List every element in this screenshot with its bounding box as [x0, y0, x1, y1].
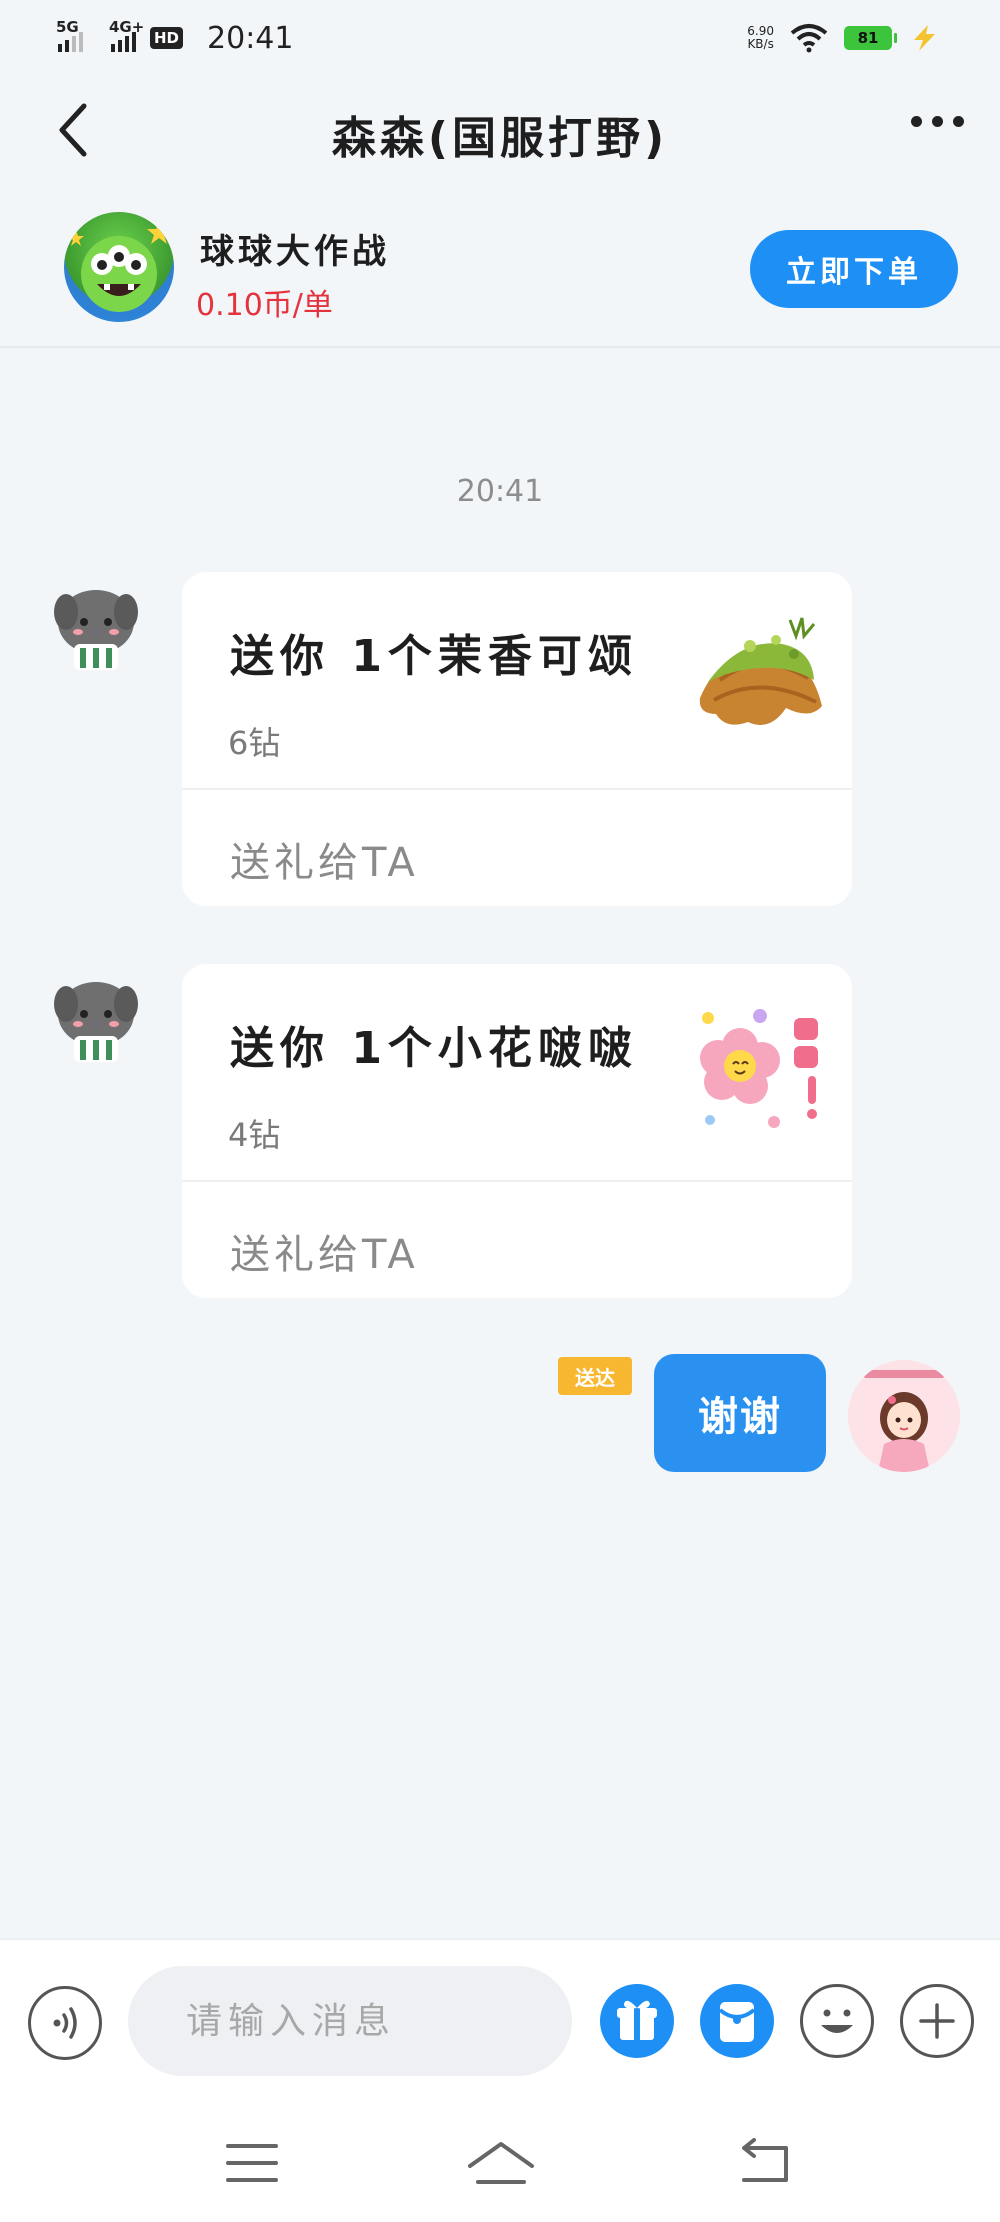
- menu-icon[interactable]: [224, 2138, 284, 2188]
- status-bar: 5G 4G+ HD 20:41 6.90 KB/s 81: [0, 0, 1000, 76]
- wifi-icon: [790, 24, 828, 53]
- message-timestamp: 20:41: [456, 474, 544, 509]
- more-dot-icon: [911, 116, 922, 127]
- game-service-banner: 球球大作战 0.10币/单 立即下单: [0, 184, 1000, 348]
- message-input[interactable]: [128, 1966, 572, 2076]
- contact-avatar[interactable]: [44, 572, 148, 676]
- more-options-button[interactable]: [911, 116, 964, 127]
- signal-5g-icon: 5G: [56, 18, 83, 52]
- hd-voice-icon: HD: [150, 27, 184, 49]
- gift-message-card: 送你 1个茉香可颂 6钻 送礼给TA: [182, 572, 852, 906]
- more-dot-icon: [932, 116, 943, 127]
- home-icon[interactable]: [466, 2138, 536, 2188]
- send-gift-link[interactable]: 送礼给TA: [230, 830, 419, 888]
- message-input-bar: [0, 1938, 1000, 2098]
- card-divider: [182, 788, 852, 790]
- my-message-bubble[interactable]: 谢谢: [654, 1354, 826, 1472]
- gift-title: 送你 1个小花啵啵: [230, 1023, 638, 1074]
- game-name: 球球大作战: [200, 232, 390, 272]
- gift-message-card: 送你 1个小花啵啵 4钻 送礼给TA: [182, 964, 852, 1298]
- contact-avatar[interactable]: [44, 964, 148, 1068]
- system-navigation-bar: [0, 2098, 1000, 2222]
- gift-button[interactable]: [600, 1984, 674, 2058]
- game-logo-icon[interactable]: [64, 212, 174, 322]
- battery-icon: 81: [844, 26, 897, 50]
- page-title: 森森(国服打野): [331, 113, 669, 164]
- emoji-button[interactable]: [800, 1984, 874, 2058]
- smiley-icon: [821, 2009, 853, 2033]
- gift-box-icon: [617, 2000, 657, 2040]
- plus-icon: [919, 2003, 955, 2039]
- card-divider: [182, 1180, 852, 1182]
- game-price: 0.10币/单: [196, 288, 333, 323]
- gift-title: 送你 1个茉香可颂: [230, 631, 638, 682]
- status-right: 6.90 KB/s 81: [747, 23, 942, 53]
- more-actions-button[interactable]: [900, 1984, 974, 2058]
- delivered-status-badge: 送达: [558, 1357, 632, 1395]
- my-avatar[interactable]: [848, 1360, 960, 1472]
- red-packet-button[interactable]: [700, 1984, 774, 2058]
- back-nav-icon[interactable]: [734, 2138, 794, 2188]
- gift-cost: 4钻: [228, 1116, 281, 1154]
- red-packet-icon: [718, 2002, 756, 2042]
- chat-header: 森森(国服打野): [0, 76, 1000, 184]
- order-now-button[interactable]: 立即下单: [750, 230, 958, 308]
- charging-icon: [914, 25, 935, 51]
- send-gift-link[interactable]: 送礼给TA: [230, 1222, 419, 1280]
- more-dot-icon: [953, 116, 964, 127]
- status-time: 20:41: [207, 20, 294, 56]
- voice-input-button[interactable]: [28, 1986, 102, 2060]
- gift-cost: 6钻: [228, 724, 281, 762]
- network-speed: 6.90 KB/s: [747, 24, 774, 51]
- croissant-gift-icon: [699, 617, 822, 725]
- signal-4g-icon: 4G+: [109, 18, 144, 52]
- network-indicators: 5G 4G+ HD 20:41: [56, 18, 294, 56]
- flower-gift-icon: [700, 1009, 818, 1128]
- voice-icon: [53, 2007, 77, 2039]
